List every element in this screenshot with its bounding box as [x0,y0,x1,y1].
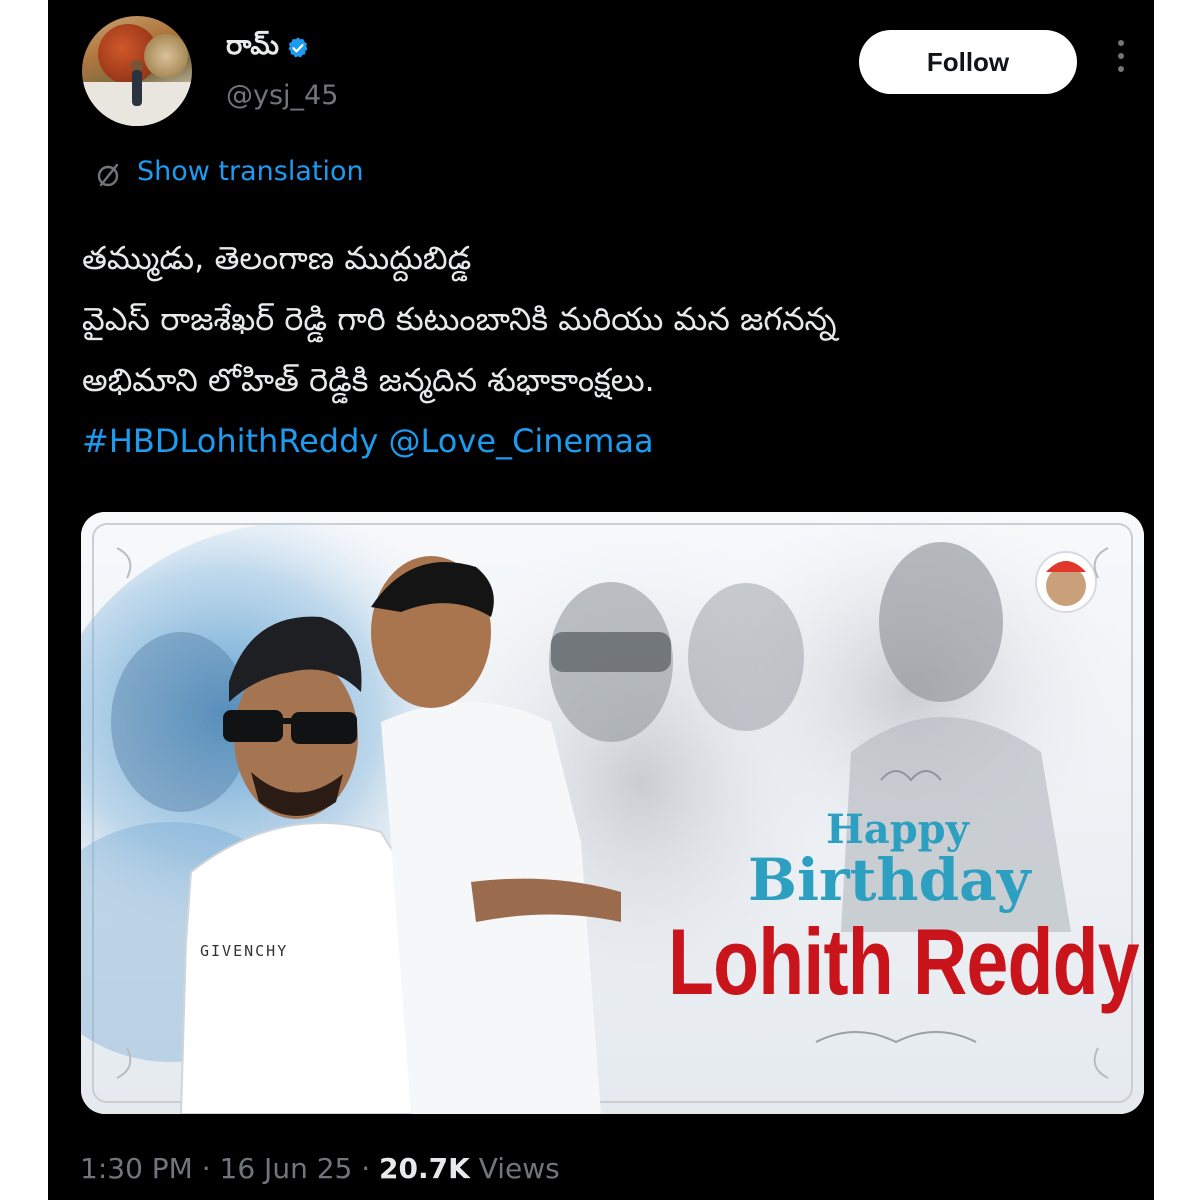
show-translation-link[interactable]: Show translation [137,156,364,187]
tweet-line: తమ్ముడు, తెలంగాణ ముద్దుబిడ్డ [82,239,472,277]
verified-badge-icon [288,37,308,58]
follow-button[interactable]: Follow [859,30,1077,94]
shirt-brand-text: GIVENCHY [200,942,289,960]
mention-link[interactable]: @Love_Cinemaa [389,422,654,460]
tweet-text: తమ్ముడు, తెలంగాణ ముద్దుబిడ్డ వైఎస్ రాజశే… [82,228,1142,472]
tweet-date[interactable]: 16 Jun 25 [220,1152,353,1185]
views-count: 20.7K [379,1152,470,1185]
tweet-card: రామ్ @ysj_45 Follow Show translation తమ్… [48,0,1154,1200]
tweet-line: వైఎస్ రాజశేఖర్ రెడ్డి గారి కుటుంబానికి మ… [82,300,837,338]
views-label: Views [478,1152,560,1185]
author-display-name[interactable]: రామ్ [226,30,279,68]
tweet-line: అభిమాని లోహిత్ రెడ్డికి జన్మదిన శుభాకాంక… [82,361,655,399]
tweet-time[interactable]: 1:30 PM [80,1152,193,1185]
tweet-tags-line: #HBDLohithReddy @Love_Cinemaa [82,411,1142,472]
more-vertical-icon[interactable] [1116,40,1126,84]
poster-greeting-line2: Birthday [748,846,1031,914]
hashtag-link[interactable]: #HBDLohithReddy [82,422,378,460]
tweet-meta: 1:30 PM · 16 Jun 25 · 20.7K Views [80,1152,560,1185]
birthday-poster-image[interactable] [81,512,1144,1114]
poster-honoree-name: Lohith Reddy [668,909,1140,1014]
author-handle[interactable]: @ysj_45 [226,80,338,111]
avatar[interactable] [82,16,192,126]
globe-slash-icon[interactable] [94,160,124,190]
